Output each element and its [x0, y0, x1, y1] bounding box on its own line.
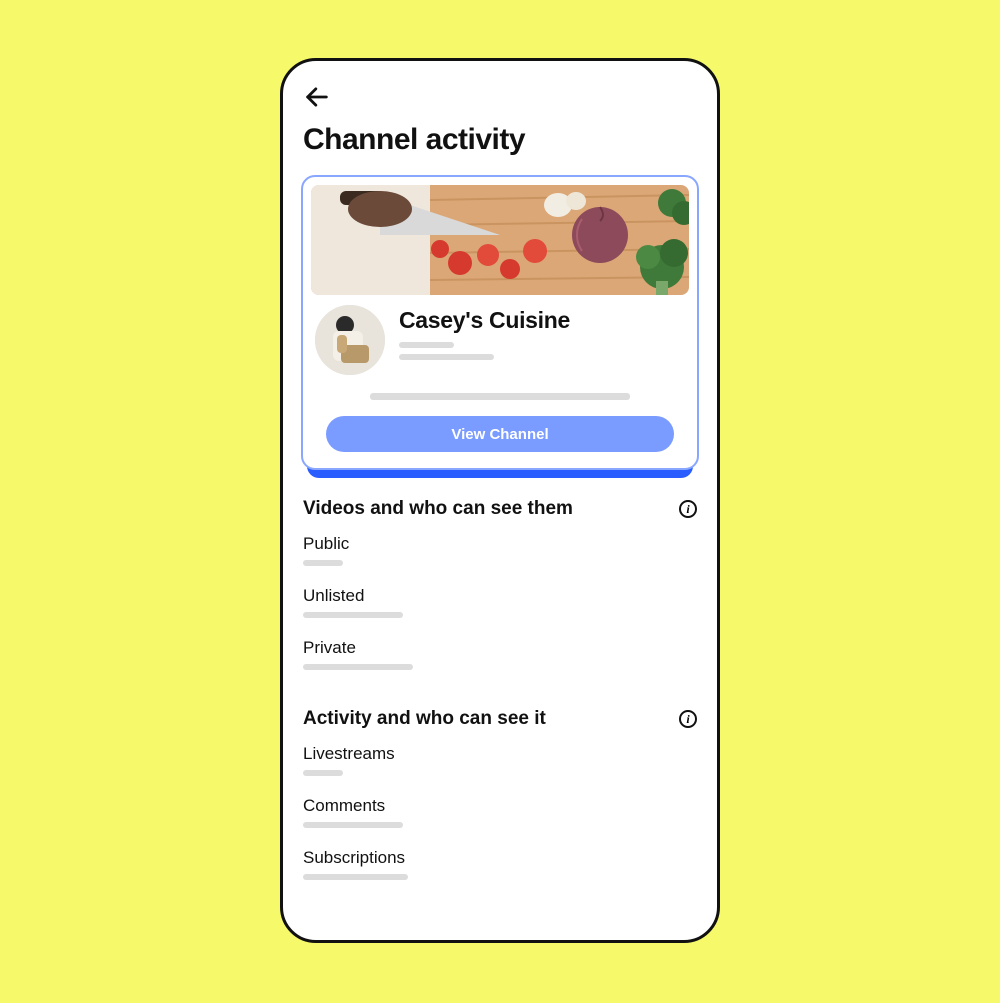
placeholder-line: [303, 822, 403, 828]
placeholder-line: [303, 612, 403, 618]
list-item-public[interactable]: Public: [303, 534, 697, 566]
page-title: Channel activity: [303, 123, 697, 157]
list-item-label: Comments: [303, 796, 697, 816]
channel-card: Casey's Cuisine View Channel: [301, 175, 699, 470]
channel-banner-image: [311, 185, 689, 295]
list-item-comments[interactable]: Comments: [303, 796, 697, 828]
placeholder-line: [370, 393, 630, 400]
view-channel-button[interactable]: View Channel: [326, 416, 674, 452]
placeholder-line: [303, 664, 413, 670]
section-title-videos: Videos and who can see them: [303, 498, 573, 520]
channel-name: Casey's Cuisine: [399, 307, 685, 334]
phone-frame: Channel activity: [280, 58, 720, 943]
placeholder-line: [303, 770, 343, 776]
list-item-label: Unlisted: [303, 586, 697, 606]
list-item-label: Private: [303, 638, 697, 658]
list-item-label: Livestreams: [303, 744, 697, 764]
section-title-activity: Activity and who can see it: [303, 708, 546, 730]
info-icon[interactable]: i: [679, 710, 697, 728]
list-item-unlisted[interactable]: Unlisted: [303, 586, 697, 618]
list-item-label: Subscriptions: [303, 848, 697, 868]
list-item-subscriptions[interactable]: Subscriptions: [303, 848, 697, 880]
back-arrow-icon[interactable]: [303, 83, 331, 111]
channel-avatar: [315, 305, 385, 375]
list-item-private[interactable]: Private: [303, 638, 697, 670]
info-icon[interactable]: i: [679, 500, 697, 518]
section-header-activity: Activity and who can see it i: [303, 708, 697, 730]
list-item-label: Public: [303, 534, 697, 554]
list-item-livestreams[interactable]: Livestreams: [303, 744, 697, 776]
placeholder-line: [303, 560, 343, 566]
section-header-videos: Videos and who can see them i: [303, 498, 697, 520]
placeholder-line: [399, 354, 494, 360]
placeholder-line: [399, 342, 454, 348]
placeholder-line: [303, 874, 408, 880]
